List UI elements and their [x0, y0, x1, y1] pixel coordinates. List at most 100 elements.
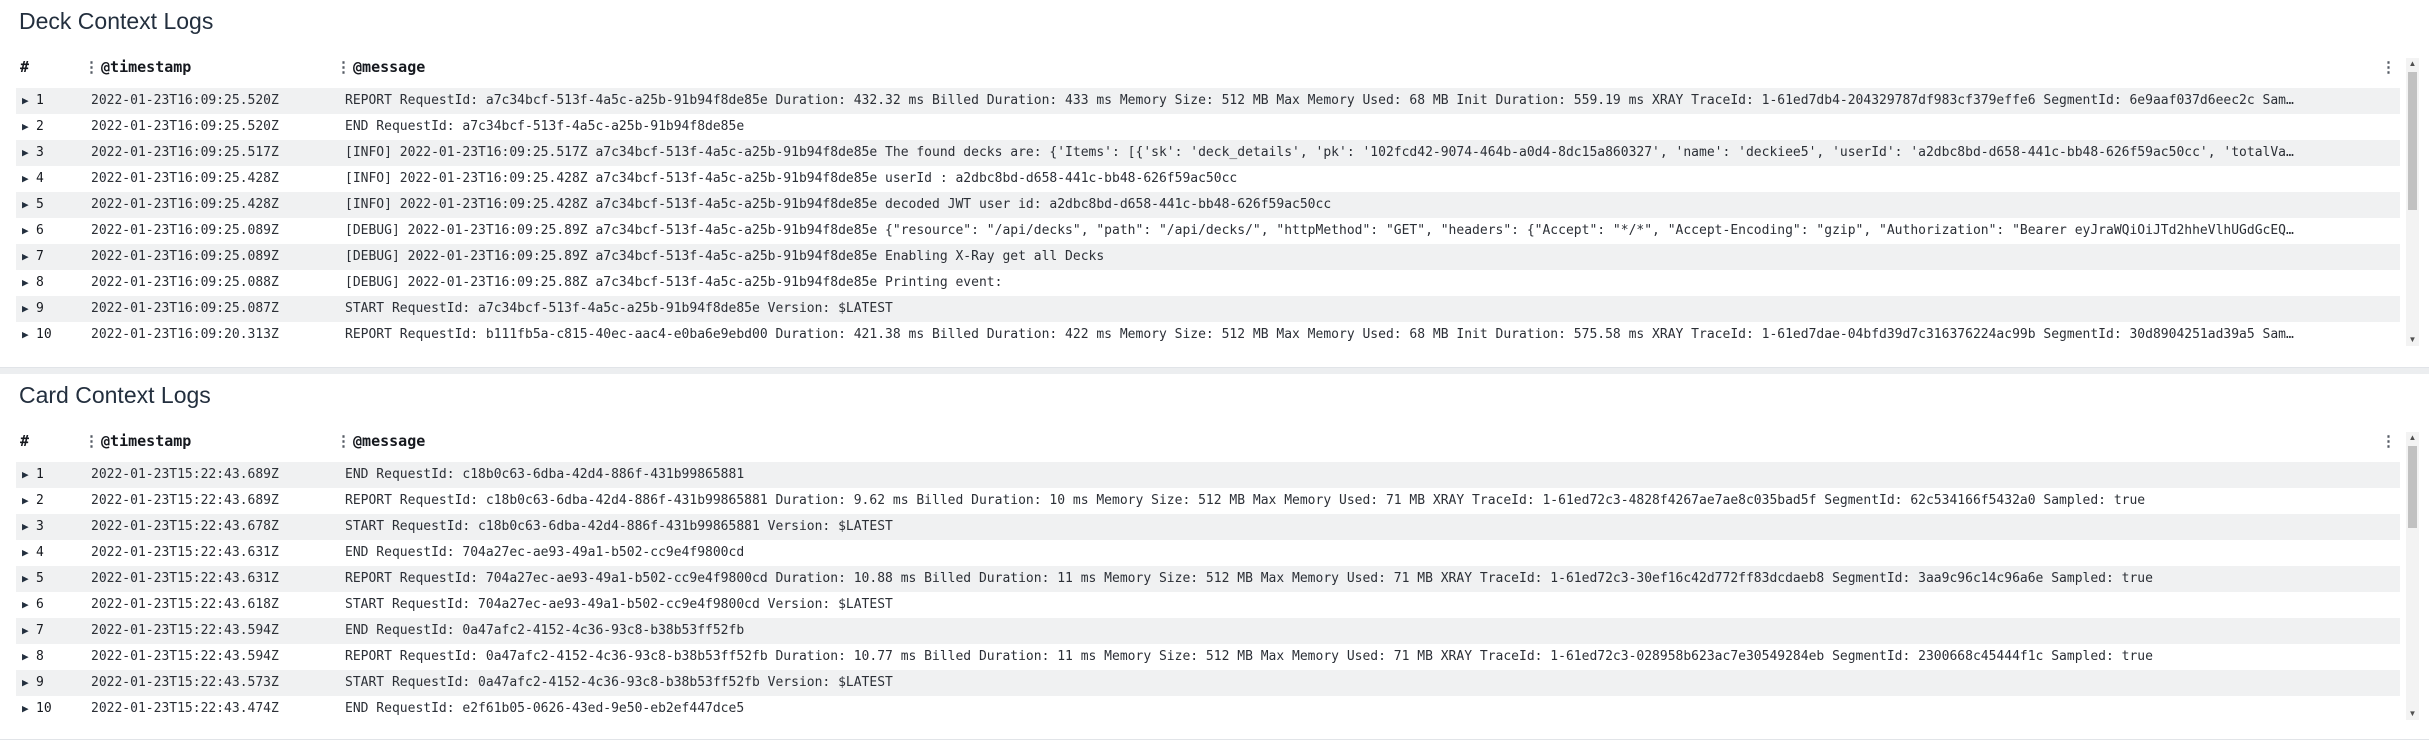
table-row[interactable]: ▶ 3 2022-01-23T15:22:43.678Z START RequestI…	[16, 514, 2400, 540]
row-message: START RequestId: 0a47afc2-4152-4c36-93c8…	[345, 675, 893, 690]
row-message: [INFO] 2022-01-23T16:09:25.428Z a7c34bcf…	[345, 197, 1332, 212]
scroll-down-arrow-icon[interactable]: ▼	[2406, 334, 2419, 346]
caret-right-icon[interactable]: ▶	[22, 514, 32, 540]
table-body: ▶ 1 2022-01-23T15:22:43.689Z END RequestId:…	[16, 462, 2400, 722]
caret-right-icon[interactable]: ▶	[22, 670, 32, 696]
row-timestamp: 2022-01-23T15:22:43.474Z	[91, 701, 279, 716]
table-row[interactable]: ▶ 9 2022-01-23T15:22:43.573Z START RequestI…	[16, 670, 2400, 696]
caret-right-icon[interactable]: ▶	[22, 592, 32, 618]
row-timestamp: 2022-01-23T15:22:43.689Z	[91, 467, 279, 482]
table-row[interactable]: ▶ 2 2022-01-23T16:09:25.520Z END RequestId:…	[16, 114, 2400, 140]
scroll-down-arrow-icon[interactable]: ▼	[2406, 708, 2419, 720]
row-timestamp: 2022-01-23T15:22:43.631Z	[91, 571, 279, 586]
table-body: ▶ 1 2022-01-23T16:09:25.520Z REPORT Request…	[16, 88, 2400, 348]
row-message: END RequestId: e2f61b05-0626-43ed-9e50-e…	[345, 701, 745, 716]
column-header-timestamp-label: @timestamp	[101, 58, 192, 76]
table-row[interactable]: ▶ 2 2022-01-23T15:22:43.689Z REPORT Request…	[16, 488, 2400, 514]
row-timestamp: 2022-01-23T16:09:25.520Z	[91, 93, 279, 108]
table-row[interactable]: ▶ 8 2022-01-23T16:09:25.088Z [DEBUG] 2022-0…	[16, 270, 2400, 296]
caret-right-icon[interactable]: ▶	[22, 192, 32, 218]
column-header-number: #	[20, 58, 30, 76]
row-timestamp: 2022-01-23T16:09:25.428Z	[91, 197, 279, 212]
row-message: REPORT RequestId: a7c34bcf-513f-4a5c-a25…	[345, 93, 2294, 108]
kebab-menu-icon[interactable]: ⋮	[2381, 54, 2396, 81]
table-row[interactable]: ▶ 10 2022-01-23T16:09:20.313Z REPORT Reques…	[16, 322, 2400, 348]
table-row[interactable]: ▶ 3 2022-01-23T16:09:25.517Z [INFO] 2022-01…	[16, 140, 2400, 166]
table-row[interactable]: ▶ 9 2022-01-23T16:09:25.087Z START RequestI…	[16, 296, 2400, 322]
column-header-message[interactable]: ⋮ @message	[336, 428, 425, 455]
row-message: [INFO] 2022-01-23T16:09:25.428Z a7c34bcf…	[345, 171, 1238, 186]
scrollbar-thumb[interactable]	[2408, 446, 2417, 528]
table-row[interactable]: ▶ 6 2022-01-23T16:09:25.089Z [DEBUG] 2022-0…	[16, 218, 2400, 244]
caret-right-icon[interactable]: ▶	[22, 566, 32, 592]
caret-right-icon[interactable]: ▶	[22, 644, 32, 670]
row-message: START RequestId: 704a27ec-ae93-49a1-b502…	[345, 597, 893, 612]
row-number: 9	[36, 675, 44, 690]
row-number: 1	[36, 93, 44, 108]
table-row[interactable]: ▶ 5 2022-01-23T16:09:25.428Z [INFO] 2022-01…	[16, 192, 2400, 218]
caret-right-icon[interactable]: ▶	[22, 88, 32, 114]
row-timestamp: 2022-01-23T16:09:25.517Z	[91, 145, 279, 160]
column-handle-icon[interactable]: ⋮	[84, 428, 99, 455]
scroll-up-arrow-icon[interactable]: ▲	[2406, 58, 2419, 70]
row-timestamp: 2022-01-23T16:09:25.088Z	[91, 275, 279, 290]
log-table: # ⋮ @timestamp ⋮ @message ⋮ ▶ 1 2022-01-23…	[16, 428, 2400, 722]
caret-right-icon[interactable]: ▶	[22, 488, 32, 514]
row-message: END RequestId: 704a27ec-ae93-49a1-b502-c…	[345, 545, 745, 560]
caret-right-icon[interactable]: ▶	[22, 296, 32, 322]
row-timestamp: 2022-01-23T15:22:43.689Z	[91, 493, 279, 508]
column-header-timestamp[interactable]: ⋮ @timestamp	[84, 428, 191, 455]
panel-title: Card Context Logs	[19, 382, 211, 408]
caret-right-icon[interactable]: ▶	[22, 322, 32, 348]
column-handle-icon[interactable]: ⋮	[336, 428, 351, 455]
row-timestamp: 2022-01-23T16:09:25.428Z	[91, 171, 279, 186]
row-timestamp: 2022-01-23T15:22:43.573Z	[91, 675, 279, 690]
table-row[interactable]: ▶ 4 2022-01-23T16:09:25.428Z [INFO] 2022-01…	[16, 166, 2400, 192]
row-message: START RequestId: c18b0c63-6dba-42d4-886f…	[345, 519, 893, 534]
vertical-scrollbar[interactable]: ▲ ▼	[2406, 58, 2419, 346]
table-row[interactable]: ▶ 1 2022-01-23T16:09:25.520Z REPORT Request…	[16, 88, 2400, 114]
row-timestamp: 2022-01-23T16:09:25.089Z	[91, 223, 279, 238]
vertical-scrollbar[interactable]: ▲ ▼	[2406, 432, 2419, 720]
caret-right-icon[interactable]: ▶	[22, 218, 32, 244]
caret-right-icon[interactable]: ▶	[22, 696, 32, 722]
row-number: 3	[36, 145, 44, 160]
row-number: 6	[36, 223, 44, 238]
caret-right-icon[interactable]: ▶	[22, 270, 32, 296]
caret-right-icon[interactable]: ▶	[22, 244, 32, 270]
column-header-timestamp[interactable]: ⋮ @timestamp	[84, 54, 191, 81]
row-message: REPORT RequestId: b111fb5a-c815-40ec-aac…	[345, 327, 2294, 342]
caret-right-icon[interactable]: ▶	[22, 166, 32, 192]
card-context-logs-panel: Card Context Logs # ⋮ @timestamp ⋮ @mess…	[0, 374, 2429, 740]
row-number: 4	[36, 545, 44, 560]
table-row[interactable]: ▶ 1 2022-01-23T15:22:43.689Z END RequestId:…	[16, 462, 2400, 488]
caret-right-icon[interactable]: ▶	[22, 114, 32, 140]
row-number: 5	[36, 571, 44, 586]
column-header-message[interactable]: ⋮ @message	[336, 54, 425, 81]
table-row[interactable]: ▶ 5 2022-01-23T15:22:43.631Z REPORT Request…	[16, 566, 2400, 592]
table-row[interactable]: ▶ 4 2022-01-23T15:22:43.631Z END RequestId:…	[16, 540, 2400, 566]
row-message: [DEBUG] 2022-01-23T16:09:25.89Z a7c34bcf…	[345, 223, 2294, 238]
column-handle-icon[interactable]: ⋮	[336, 54, 351, 81]
kebab-menu-icon[interactable]: ⋮	[2381, 428, 2396, 455]
table-row[interactable]: ▶ 6 2022-01-23T15:22:43.618Z START RequestI…	[16, 592, 2400, 618]
column-handle-icon[interactable]: ⋮	[84, 54, 99, 81]
row-number: 5	[36, 197, 44, 212]
table-row[interactable]: ▶ 7 2022-01-23T16:09:25.089Z [DEBUG] 2022-0…	[16, 244, 2400, 270]
scroll-up-arrow-icon[interactable]: ▲	[2406, 432, 2419, 444]
column-header-message-label: @message	[353, 58, 426, 76]
caret-right-icon[interactable]: ▶	[22, 140, 32, 166]
table-row[interactable]: ▶ 8 2022-01-23T15:22:43.594Z REPORT Request…	[16, 644, 2400, 670]
row-number: 10	[36, 327, 52, 342]
caret-right-icon[interactable]: ▶	[22, 462, 32, 488]
row-number: 10	[36, 701, 52, 716]
table-row[interactable]: ▶ 7 2022-01-23T15:22:43.594Z END RequestId:…	[16, 618, 2400, 644]
row-message: [INFO] 2022-01-23T16:09:25.517Z a7c34bcf…	[345, 145, 2294, 160]
caret-right-icon[interactable]: ▶	[22, 540, 32, 566]
row-message: REPORT RequestId: 0a47afc2-4152-4c36-93c…	[345, 649, 2153, 664]
row-number: 7	[36, 249, 44, 264]
table-row[interactable]: ▶ 10 2022-01-23T15:22:43.474Z END RequestId…	[16, 696, 2400, 722]
caret-right-icon[interactable]: ▶	[22, 618, 32, 644]
scrollbar-thumb[interactable]	[2408, 72, 2417, 210]
row-timestamp: 2022-01-23T15:22:43.594Z	[91, 623, 279, 638]
